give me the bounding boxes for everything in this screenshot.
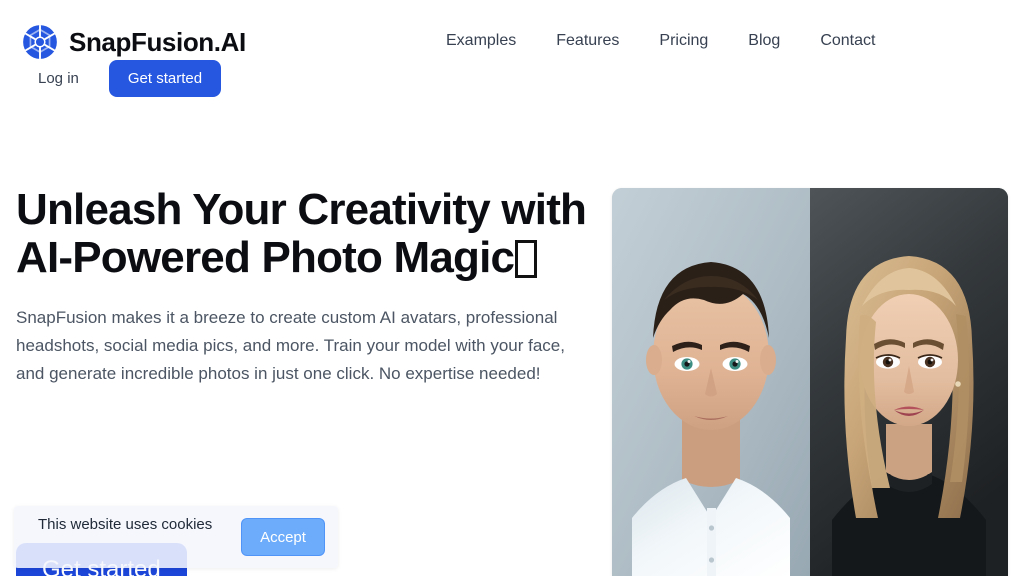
brand-logo-link[interactable]: SnapFusion.AI (22, 24, 246, 60)
camera-aperture-icon (23, 24, 57, 60)
portrait-male (612, 188, 810, 576)
portrait-female (810, 188, 1008, 576)
nav-item-features[interactable]: Features (556, 31, 619, 51)
login-link[interactable]: Log in (38, 70, 79, 87)
brand-name: SnapFusion.AI (69, 27, 246, 57)
cookie-accept-button[interactable]: Accept (241, 518, 325, 556)
hero-image (612, 188, 1008, 576)
header-get-started-button[interactable]: Get started (108, 60, 222, 97)
hero-subtitle: SnapFusion makes it a breeze to create c… (16, 308, 565, 383)
cookie-consent-message: This website uses cookies (38, 516, 213, 533)
ai-male-headshot-illustration (612, 188, 810, 576)
hero-title-text: Unleash Your Creativity with AI-Powered … (16, 185, 587, 282)
missing-glyph-box-icon (515, 240, 538, 278)
auth-actions: Log in Get started (38, 60, 222, 97)
cookie-consent-banner: This website uses cookies Accept (14, 506, 338, 568)
hero-copy: Unleash Your Creativity with AI-Powered … (16, 186, 592, 388)
main-navigation: Examples Features Pricing Blog Contact (446, 31, 875, 51)
hero-section: Unleash Your Creativity with AI-Powered … (0, 100, 1024, 576)
nav-item-pricing[interactable]: Pricing (659, 31, 708, 51)
site-header: SnapFusion.AI Examples Features Pricing … (0, 0, 1024, 100)
nav-item-blog[interactable]: Blog (748, 31, 780, 51)
hero-title: Unleash Your Creativity with AI-Powered … (16, 186, 592, 282)
nav-item-examples[interactable]: Examples (446, 31, 516, 51)
nav-item-contact[interactable]: Contact (820, 31, 875, 51)
ai-female-headshot-illustration (810, 188, 1008, 576)
